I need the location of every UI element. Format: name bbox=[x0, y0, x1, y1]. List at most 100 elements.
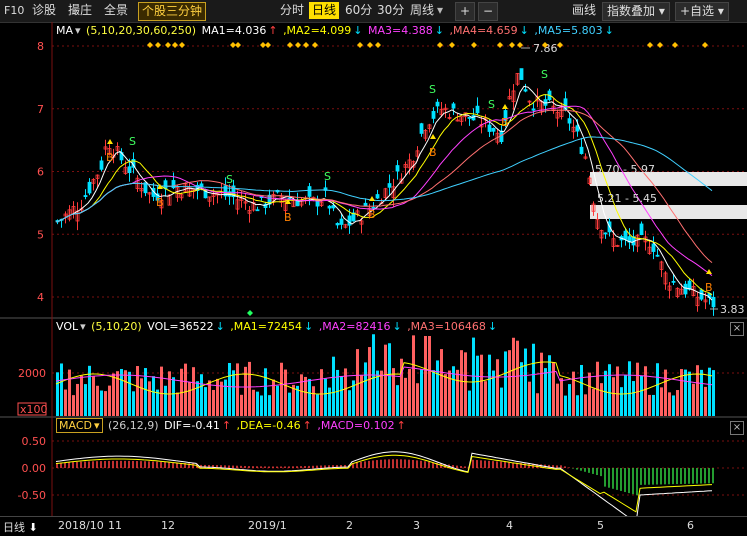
macd-axis-label: 0.50 bbox=[22, 435, 47, 448]
chevron-down-icon[interactable]: ▾ bbox=[437, 2, 443, 19]
volume-bar bbox=[284, 369, 287, 416]
zoom-out-button[interactable]: − bbox=[478, 2, 499, 21]
volume-bar bbox=[88, 365, 91, 416]
event-diamond bbox=[375, 42, 381, 48]
volume-bar bbox=[488, 354, 491, 416]
date-tick: 2 bbox=[346, 519, 353, 532]
volume-bar bbox=[444, 374, 447, 416]
volume-bar bbox=[264, 368, 267, 416]
volume-bar bbox=[420, 369, 423, 416]
volume-bar bbox=[536, 393, 539, 416]
tab-30min[interactable]: 30分 bbox=[377, 2, 404, 19]
volume-bar bbox=[684, 369, 687, 416]
price-axis-label: 7 bbox=[37, 103, 44, 116]
event-diamond bbox=[437, 42, 443, 48]
volume-bar bbox=[672, 395, 675, 416]
volume-bar bbox=[632, 381, 635, 416]
volume-bar bbox=[144, 368, 147, 416]
date-tick: 3 bbox=[413, 519, 420, 532]
index-overlay-button[interactable]: 指数叠加 ▾ bbox=[602, 2, 670, 21]
zoom-in-button[interactable]: + bbox=[455, 2, 476, 21]
volume-bar bbox=[476, 355, 479, 416]
volume-bar bbox=[124, 370, 127, 416]
fullview-button[interactable]: 全景 bbox=[104, 2, 128, 19]
candlestick-body bbox=[683, 283, 688, 295]
volume-bar bbox=[432, 370, 435, 416]
vol-unit-label: x100 bbox=[20, 403, 48, 416]
volume-bar bbox=[676, 390, 679, 416]
index-overlay-label: 指数叠加 bbox=[607, 4, 656, 18]
candlestick-body bbox=[307, 186, 312, 197]
mode-button[interactable]: 个股三分钟 bbox=[138, 2, 207, 21]
volume-bar bbox=[356, 349, 359, 416]
candlestick-body bbox=[711, 296, 716, 308]
candlestick-body bbox=[83, 195, 88, 198]
volume-bar bbox=[160, 366, 163, 416]
period-selector[interactable]: 日线 ⬇ bbox=[3, 519, 38, 535]
event-diamond bbox=[179, 42, 185, 48]
volume-bar bbox=[368, 347, 371, 416]
volume-bar bbox=[584, 394, 587, 416]
event-diamond bbox=[557, 42, 563, 48]
event-diamond bbox=[155, 42, 161, 48]
volume-bar bbox=[388, 343, 391, 416]
tab-weekly[interactable]: 周线 bbox=[410, 2, 434, 19]
volume-bar bbox=[268, 395, 271, 416]
tab-daily[interactable]: 日线 bbox=[309, 2, 340, 19]
volume-bar bbox=[440, 349, 443, 416]
price-axis-label: 4 bbox=[37, 291, 44, 304]
candlestick-body bbox=[475, 105, 480, 114]
volume-bar bbox=[588, 372, 591, 416]
volume-bar bbox=[520, 362, 523, 416]
candlestick-body bbox=[315, 200, 320, 207]
volume-bar bbox=[84, 384, 87, 416]
volume-bar bbox=[548, 355, 551, 416]
candlestick-body bbox=[387, 183, 392, 188]
volume-bar bbox=[108, 385, 111, 416]
volume-bar bbox=[192, 367, 195, 416]
volume-bar bbox=[712, 370, 715, 416]
sell-signal: S bbox=[541, 68, 548, 81]
event-diamond bbox=[672, 42, 678, 48]
tab-60min[interactable]: 60分 bbox=[345, 2, 372, 19]
tab-intraday[interactable]: 分时 bbox=[280, 2, 304, 19]
volume-bar bbox=[576, 395, 579, 416]
volume-bar bbox=[468, 390, 471, 416]
event-diamond bbox=[287, 42, 293, 48]
volume-bar bbox=[416, 383, 419, 416]
candlestick-body bbox=[127, 166, 132, 173]
low-price-label: 3.83 bbox=[720, 303, 745, 316]
add-watchlist-button[interactable]: +自选 ▾ bbox=[675, 2, 729, 21]
volume-bar bbox=[328, 387, 331, 416]
volume-bar bbox=[656, 363, 659, 416]
volume-bar bbox=[464, 352, 467, 416]
event-diamond bbox=[471, 42, 477, 48]
volume-bar bbox=[260, 395, 263, 416]
candlestick-body bbox=[487, 124, 492, 132]
buy-signal: B bbox=[156, 196, 164, 209]
date-tick: 5 bbox=[597, 519, 604, 532]
sell-signal: S bbox=[488, 98, 495, 111]
volume-bar bbox=[504, 351, 507, 416]
volume-bar bbox=[240, 394, 243, 416]
volume-bar bbox=[608, 364, 611, 416]
volume-bar bbox=[644, 366, 647, 416]
sell-signal: S bbox=[226, 173, 233, 186]
diagnose-button[interactable]: 诊股 bbox=[32, 2, 56, 19]
candlestick-body bbox=[603, 232, 608, 235]
draw-line-button[interactable]: 画线 bbox=[572, 2, 596, 19]
f10-button[interactable]: F10 bbox=[4, 2, 24, 19]
volume-bar bbox=[76, 383, 79, 416]
event-diamond bbox=[367, 42, 373, 48]
volume-bar bbox=[516, 340, 519, 416]
volume-bar bbox=[184, 363, 187, 416]
volume-bar bbox=[648, 394, 651, 416]
volume-bar bbox=[188, 381, 191, 416]
order-button[interactable]: 撮庄 bbox=[68, 2, 92, 19]
volume-bar bbox=[68, 369, 71, 416]
volume-bar bbox=[300, 374, 303, 416]
volume-bar bbox=[332, 356, 335, 416]
volume-bar bbox=[172, 377, 175, 416]
volume-bar bbox=[408, 368, 411, 416]
volume-bar bbox=[304, 376, 307, 416]
